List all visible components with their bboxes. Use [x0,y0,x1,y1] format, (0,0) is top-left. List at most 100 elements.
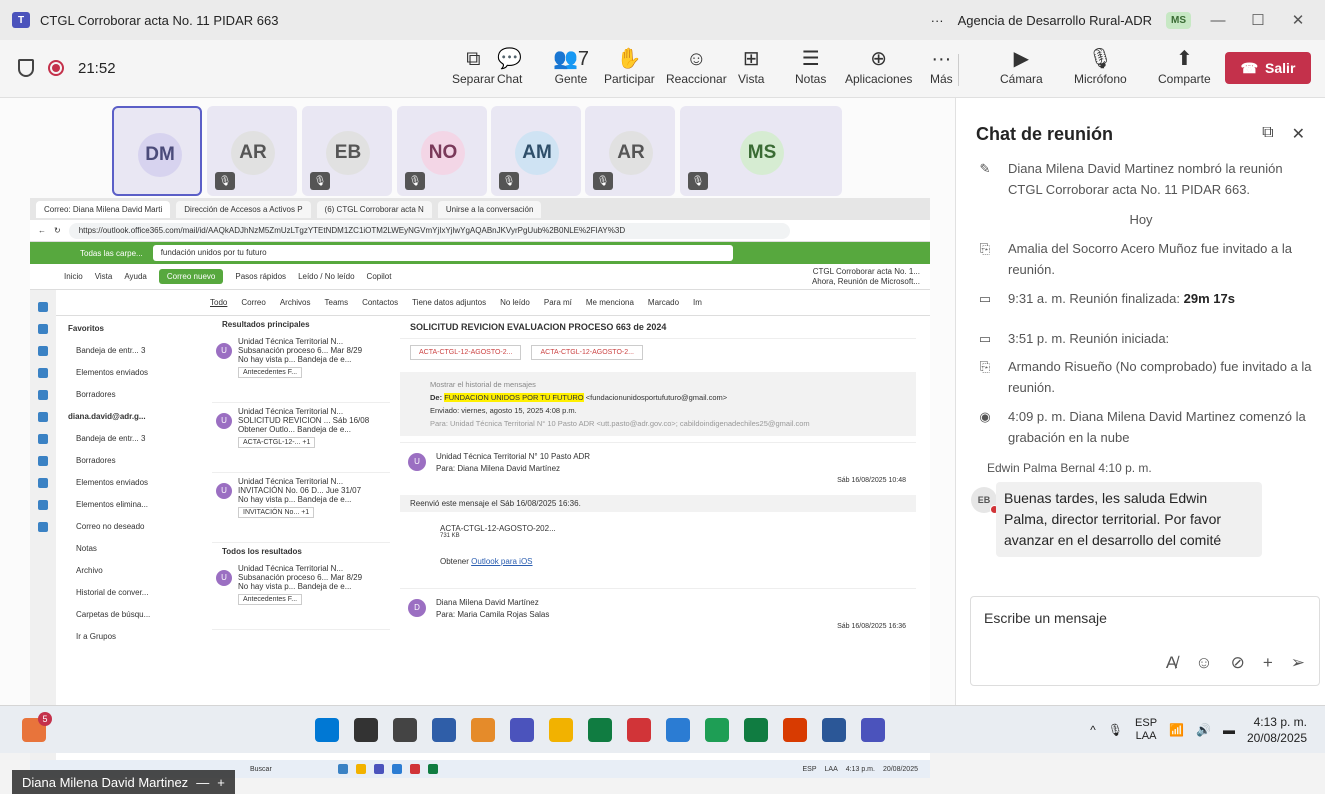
minimize-icon[interactable]: — [196,775,209,790]
toolbar-button-4[interactable]: ☺ Reaccionar [666,46,727,86]
url-field[interactable]: https://outlook.office365.com/mail/id/AA… [68,222,790,239]
toolbar-button-5[interactable]: ⊞ Vista [738,46,764,86]
taskbar-app-icon[interactable] [354,718,378,742]
new-mail-button[interactable]: Correo nuevo [158,269,224,284]
toolbar-button-8[interactable]: ··· Más [930,46,953,86]
device-button-2[interactable]: ⬆ Comparte [1158,46,1211,86]
maximize-button[interactable]: ☐ [1245,11,1271,29]
taskbar-app-icon[interactable] [705,718,729,742]
filter-chip[interactable]: Contactos [362,298,398,307]
taskbar-app-icon[interactable] [432,718,456,742]
leave-button[interactable]: ☎ Salir [1225,52,1311,84]
mail-attachment[interactable]: Antecedentes F... [238,594,303,605]
send-icon[interactable]: ➢ [1291,653,1305,673]
filter-chip[interactable]: Archivos [280,298,311,307]
close-window-button[interactable]: ✕ [1285,11,1311,29]
back-icon[interactable]: ← [38,226,46,235]
folder-item[interactable]: Favoritos [64,318,204,340]
attachment[interactable]: ACTA-CTGL-12-AGOSTO-2... [410,345,522,360]
folder-item[interactable]: Elementos enviados [64,362,204,384]
chat-message[interactable]: Buenas tardes, les saluda Edwin Palma, d… [996,482,1262,557]
filter-chip[interactable]: Para mí [544,298,572,307]
mail-search-box[interactable]: fundación unidos por tu futuro [152,245,733,261]
taskbar-app-icon[interactable] [315,718,339,742]
participant-tile[interactable]: MS 🎙 [680,106,842,196]
browser-tab[interactable]: Correo: Diana Milena David Marti [36,200,171,218]
taskbar-app-icon[interactable] [744,718,768,742]
microphone-icon[interactable]: 🎙 [1108,723,1123,737]
folder-item[interactable]: Elementos enviados [64,472,204,494]
folder-item[interactable]: Carpetas de búsqu... [64,604,204,626]
list-item[interactable]: U Unidad Técnica Territorial N... SOLICITU… [212,403,390,473]
show-history-link[interactable]: Mostrar el historial de mensajes [430,378,886,391]
filter-chip[interactable]: Im [693,298,702,307]
folder-item[interactable]: Correo no deseado [64,516,204,538]
taskbar-app-icon[interactable] [588,718,612,742]
message-item[interactable]: U Unidad Técnica Territorial N° 10 Pasto… [400,442,916,495]
taskbar-app-icon[interactable] [666,718,690,742]
mail-attachment[interactable]: INVITACIÓN No... +1 [238,507,315,518]
user-avatar[interactable]: MS [1166,11,1191,29]
folder-item[interactable]: diana.david@adr.g... [64,406,204,428]
folder-item[interactable]: Borradores [64,384,204,406]
participant-tile[interactable]: AM 🎙 [491,106,581,196]
folder-item[interactable]: Ir a Grupos [64,626,204,648]
toolbar-button-6[interactable]: ☰ Notas [795,46,826,86]
filter-chip[interactable]: Marcado [648,298,679,307]
toolbar-button-2[interactable]: 👥7 Gente [553,46,589,86]
format-icon[interactable]: A̸ [1166,653,1177,673]
mail-attachment[interactable]: ACTA-CTGL-12-... +1 [238,437,316,448]
close-icon[interactable]: ✕ [1292,124,1305,144]
folder-item[interactable]: Notas [64,538,204,560]
filter-chip[interactable]: Me menciona [586,298,634,307]
loop-icon[interactable]: ⊘ [1231,653,1245,673]
list-item[interactable]: U Unidad Técnica Territorial N... INVITACI… [212,473,390,543]
wifi-icon[interactable]: 📶 [1169,723,1184,737]
chevron-up-icon[interactable]: ^ [1090,723,1096,737]
taskbar-app-icon[interactable] [783,718,807,742]
read-unread-button[interactable]: Leído / No leído [298,272,354,281]
filter-chip[interactable]: Teams [325,298,349,307]
attachment[interactable]: ACTA-CTGL-12-AGOSTO-2... [531,345,643,360]
participant-tile[interactable]: AR 🎙 [207,106,297,196]
outlook-ios-link[interactable]: Outlook para iOS [471,557,532,566]
filter-chip[interactable]: Todo [210,298,227,307]
list-item[interactable]: U Unidad Técnica Territorial N... Subsanac… [212,560,390,630]
device-button-1[interactable]: 🎙 Micrófono [1074,46,1127,86]
taskbar-app-icon[interactable] [549,718,573,742]
browser-tab[interactable]: Dirección de Accesos a Activos P [176,200,311,218]
folder-item[interactable]: Borradores [64,450,204,472]
filter-chip[interactable]: Correo [241,298,265,307]
more-options-button[interactable]: ··· [931,13,944,28]
volume-icon[interactable]: 🔊 [1196,723,1211,737]
keyboard-lang[interactable]: ESP [1135,717,1157,729]
filter-chip[interactable]: Tiene datos adjuntos [412,298,486,307]
menu-ayuda[interactable]: Ayuda [124,272,147,281]
attach-icon[interactable]: + [1263,653,1273,673]
menu-inicio[interactable]: Inicio [64,272,83,281]
folder-item[interactable]: Archivo [64,560,204,582]
folder-item[interactable]: Bandeja de entr... 3 [64,428,204,450]
folder-item[interactable]: Historial de conver... [64,582,204,604]
toolbar-button-7[interactable]: ⊕ Aplicaciones [845,46,912,86]
taskbar-app-icon[interactable] [822,718,846,742]
browser-tab[interactable]: (6) CTGL Corroborar acta N [316,200,432,218]
clock-time[interactable]: 4:13 p. m. [1254,715,1307,729]
expand-icon[interactable]: + [217,775,225,790]
browser-tab[interactable]: Unirse a la conversación [437,200,542,218]
message-item[interactable]: D Diana Milena David Martínez Para: Mari… [400,588,916,641]
mail-attachment[interactable]: Antecedentes F... [238,367,303,378]
message-input[interactable] [984,607,1304,629]
battery-icon[interactable]: ▬ [1223,723,1235,737]
toolbar-button-0[interactable]: ⧉ Separar [452,46,495,86]
emoji-icon[interactable]: ☺ [1195,653,1212,673]
taskbar-app-icon[interactable] [861,718,885,742]
minimize-button[interactable]: — [1205,12,1231,29]
meeting-notice[interactable]: CTGL Corroborar acta No. 1... [813,267,920,276]
participant-tile[interactable]: EB 🎙 [302,106,392,196]
folder-item[interactable]: Bandeja de entr... 3 [64,340,204,362]
taskbar-app-icon[interactable] [393,718,417,742]
toolbar-button-1[interactable]: 💬 Chat [497,46,522,86]
clock-date[interactable]: 20/08/2025 [1247,731,1307,745]
filter-chip[interactable]: No leído [500,298,530,307]
